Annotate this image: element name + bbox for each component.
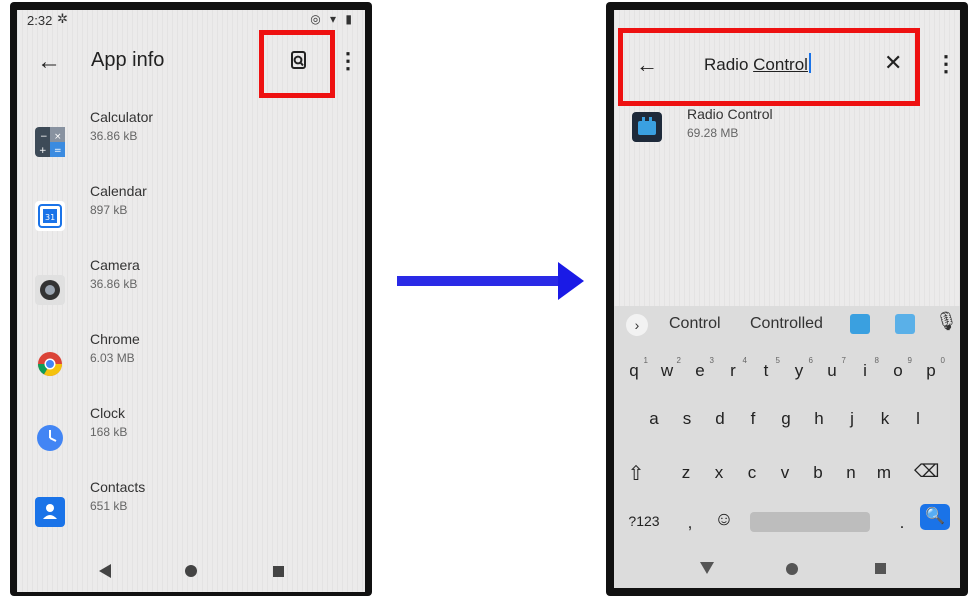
- suggestion-strip: › Control Controlled 🎙: [614, 306, 960, 344]
- list-item-calculator[interactable]: − × + = Calculator 36.86 kB: [17, 105, 365, 165]
- key-t[interactable]: t5: [754, 356, 780, 381]
- app-name: Camera: [90, 257, 140, 273]
- svg-text:+: +: [39, 146, 47, 156]
- transition-arrow-shaft: [397, 276, 560, 286]
- key-f[interactable]: f: [741, 409, 765, 429]
- key-u[interactable]: u7: [820, 356, 846, 381]
- nav-back-icon[interactable]: [700, 562, 714, 574]
- app-info-screen: 2:32 ✲ ◎ ▾ ▮ ← App info ⋮ − × + = Calculato…: [17, 10, 365, 592]
- key-x[interactable]: x: [707, 463, 731, 483]
- key-d[interactable]: d: [708, 409, 732, 429]
- page-title: App info: [91, 49, 165, 71]
- key-y[interactable]: y6: [787, 356, 813, 381]
- key-i[interactable]: i8: [853, 356, 879, 381]
- microphone-icon[interactable]: 🎙: [935, 311, 958, 332]
- nav-home-icon[interactable]: [786, 563, 798, 575]
- key-w[interactable]: w2: [655, 356, 681, 381]
- suggestion-controlled[interactable]: Controlled: [750, 315, 823, 333]
- key-h[interactable]: h: [807, 409, 831, 429]
- app-name: Calculator: [90, 109, 154, 125]
- nav-recents-icon[interactable]: [273, 566, 284, 577]
- camera-icon: [35, 275, 65, 305]
- app-name: Calendar: [90, 183, 147, 199]
- app-size: 69.28 MB: [687, 126, 739, 140]
- key-v[interactable]: v: [773, 463, 797, 483]
- nav-bar: [614, 548, 960, 588]
- key-m[interactable]: m: [872, 463, 896, 483]
- sticker-suggestion-icon[interactable]: [895, 314, 915, 334]
- list-item-clock[interactable]: Clock 168 kB: [17, 401, 365, 461]
- app-size: 168 kB: [90, 425, 128, 439]
- app-size: 651 kB: [90, 499, 128, 513]
- transition-arrow-head: [558, 262, 584, 300]
- key-e[interactable]: e3: [688, 356, 714, 381]
- app-name: Clock: [90, 405, 126, 421]
- status-icons: ◎ ▾ ▮: [310, 12, 355, 26]
- key-k[interactable]: k: [873, 409, 897, 429]
- suggestion-control[interactable]: Control: [669, 315, 721, 333]
- key-b[interactable]: b: [806, 463, 830, 483]
- more-options-icon[interactable]: ⋮: [337, 48, 359, 74]
- search-result-radio-control[interactable]: Radio Control 69.28 MB: [614, 102, 960, 162]
- more-options-icon[interactable]: ⋮: [935, 51, 957, 77]
- settings-gear-icon: ✲: [57, 11, 68, 26]
- key-a[interactable]: a: [642, 409, 666, 429]
- nav-home-icon[interactable]: [185, 565, 197, 577]
- on-screen-keyboard: › Control Controlled 🎙 q1 w2 e3 r4 t5 y6…: [614, 306, 960, 588]
- back-arrow-icon[interactable]: ←: [37, 48, 61, 76]
- svg-text:−: −: [40, 132, 48, 142]
- key-z[interactable]: z: [674, 463, 698, 483]
- symbols-key[interactable]: ?123: [624, 513, 664, 529]
- radio-control-icon: [632, 112, 662, 142]
- key-j[interactable]: j: [840, 409, 864, 429]
- clock-icon: [35, 423, 65, 453]
- key-r[interactable]: r4: [721, 356, 747, 381]
- search-screen: ← Radio Control ✕ ⋮ Radio Control 69.28 …: [614, 10, 960, 588]
- emoji-icon[interactable]: ☺: [712, 509, 736, 531]
- key-s[interactable]: s: [675, 409, 699, 429]
- status-bar: 2:32 ✲ ◎ ▾ ▮: [17, 10, 365, 32]
- contacts-icon: [35, 497, 65, 527]
- nav-back-icon[interactable]: [99, 564, 111, 578]
- app-name: Radio Control: [687, 106, 773, 122]
- key-p[interactable]: p0: [919, 356, 945, 381]
- key-n[interactable]: n: [839, 463, 863, 483]
- key-l[interactable]: l: [906, 409, 930, 429]
- calculator-icon: − × + =: [35, 127, 65, 157]
- key-g[interactable]: g: [774, 409, 798, 429]
- emoji-suggestion-icon[interactable]: [850, 314, 870, 334]
- backspace-icon[interactable]: ⌫: [914, 461, 939, 482]
- app-size: 36.86 kB: [90, 129, 138, 143]
- app-name: Contacts: [90, 479, 146, 495]
- app-size: 6.03 MB: [90, 351, 135, 365]
- expand-chevron-icon[interactable]: ›: [626, 314, 648, 336]
- keyboard-search-icon[interactable]: 🔍: [920, 504, 950, 530]
- nav-bar: [17, 546, 365, 592]
- calendar-icon: 31: [35, 201, 65, 231]
- chrome-icon: [35, 349, 65, 379]
- list-item-chrome[interactable]: Chrome 6.03 MB: [17, 327, 365, 387]
- key-c[interactable]: c: [740, 463, 764, 483]
- period-key[interactable]: .: [890, 513, 914, 533]
- key-q[interactable]: q1: [622, 356, 648, 381]
- key-o[interactable]: o9: [886, 356, 912, 381]
- nav-recents-icon[interactable]: [875, 563, 886, 574]
- svg-text:31: 31: [45, 213, 55, 222]
- svg-text:=: =: [54, 146, 62, 156]
- app-size: 36.86 kB: [90, 277, 138, 291]
- list-item-calendar[interactable]: 31 Calendar 897 kB: [17, 179, 365, 239]
- status-time: 2:32: [27, 13, 53, 28]
- svg-text:×: ×: [54, 132, 62, 142]
- app-size: 897 kB: [90, 203, 128, 217]
- highlight-box-search: [259, 30, 335, 98]
- shift-icon[interactable]: ⇧: [624, 461, 648, 486]
- comma-key[interactable]: ,: [678, 513, 702, 533]
- highlight-box-search-bar: [618, 28, 920, 106]
- list-item-contacts[interactable]: Contacts 651 kB: [17, 475, 365, 535]
- app-name: Chrome: [90, 331, 140, 347]
- list-item-camera[interactable]: Camera 36.86 kB: [17, 253, 365, 313]
- space-bar[interactable]: [750, 512, 870, 532]
